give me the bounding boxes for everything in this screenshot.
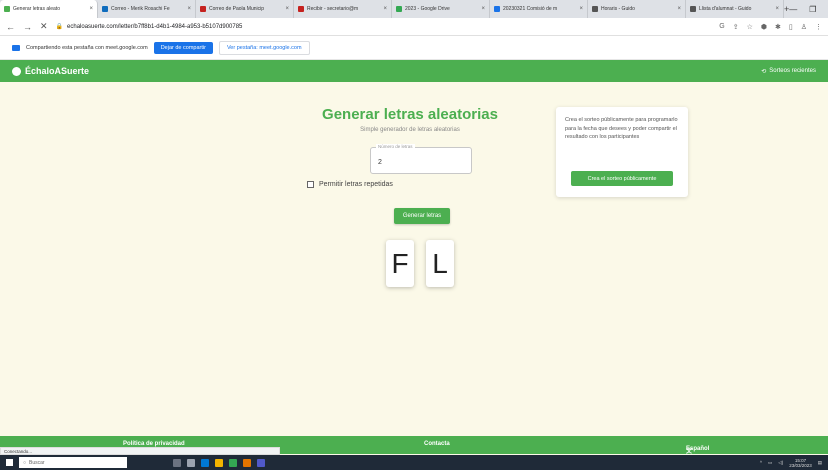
tab-close-icon[interactable]: × bbox=[89, 6, 93, 12]
back-icon[interactable]: ← bbox=[6, 22, 15, 32]
tab-close-icon[interactable]: × bbox=[285, 6, 289, 12]
tab-title: Correo - Merik Rosachi Fe bbox=[111, 6, 170, 12]
file-explorer-icon[interactable] bbox=[201, 458, 209, 467]
tab-favicon-icon bbox=[396, 6, 402, 12]
clover-icon bbox=[12, 66, 21, 76]
menu-icon[interactable]: ⋮ bbox=[815, 23, 822, 31]
browser-tab[interactable]: Generar letras aleato × bbox=[0, 0, 98, 18]
teams-icon[interactable] bbox=[257, 458, 265, 467]
browser-tab[interactable]: 2023 - Google Drive × bbox=[392, 0, 490, 18]
sheets-icon[interactable] bbox=[229, 458, 237, 467]
reload-icon[interactable]: ✕ bbox=[40, 21, 48, 32]
task-view-icon[interactable] bbox=[173, 458, 181, 467]
volume-icon[interactable]: ◁) bbox=[778, 460, 783, 466]
tab-close-icon[interactable]: × bbox=[383, 6, 387, 12]
generate-letters-button[interactable]: Generar letras bbox=[394, 208, 450, 224]
result-letter-card: L bbox=[426, 240, 454, 287]
public-draw-text: Crea el sorteo públicamente para program… bbox=[565, 117, 678, 140]
allow-repeated-checkbox[interactable] bbox=[307, 181, 314, 188]
tab-close-icon[interactable]: × bbox=[775, 6, 779, 12]
tab-title: Generar letras aleato bbox=[13, 6, 60, 12]
site-header: ÉchaloASuerte ⟲ Sorteos recientes bbox=[0, 60, 828, 82]
tab-favicon-icon bbox=[690, 6, 696, 12]
tab-close-icon[interactable]: × bbox=[481, 6, 485, 12]
letter-count-field[interactable]: Número de letras 2 bbox=[370, 144, 472, 174]
tab-favicon-icon bbox=[102, 6, 108, 12]
tab-favicon-icon bbox=[4, 6, 10, 12]
forward-icon[interactable]: → bbox=[23, 22, 32, 32]
browser-tab-strip: Generar letras aleato × Correo - Merik Ros… bbox=[0, 0, 828, 18]
tab-title: Llista d'alumnat - Guido bbox=[699, 6, 752, 12]
history-icon: ⟲ bbox=[761, 68, 767, 75]
star-icon[interactable]: ☆ bbox=[747, 23, 753, 31]
puzzle-icon[interactable]: ✱ bbox=[775, 23, 781, 31]
result-letter-card: F bbox=[386, 240, 414, 287]
tab-close-icon[interactable]: × bbox=[187, 6, 191, 12]
contact-link[interactable]: Contacta bbox=[424, 441, 450, 447]
tab-close-icon[interactable]: × bbox=[579, 6, 583, 12]
browser-tab[interactable]: 20230321 Comisió de m × bbox=[490, 0, 588, 18]
tab-title: Recibir - secretario@m bbox=[307, 6, 359, 12]
minimize-icon[interactable]: — bbox=[789, 5, 797, 14]
page-title: Generar letras aleatorias bbox=[322, 106, 498, 123]
maximize-icon[interactable]: ❐ bbox=[809, 5, 816, 14]
browser-tab[interactable]: Correo de Paola Municip × bbox=[196, 0, 294, 18]
search-icon: ○ bbox=[23, 459, 27, 466]
screen-share-icon bbox=[12, 44, 20, 51]
view-tab-button[interactable]: Ver pestaña: meet.google.com bbox=[218, 40, 310, 55]
sharing-message: Compartiendo esta pestaña con meet.googl… bbox=[26, 44, 148, 51]
allow-repeated-row[interactable]: Permitir letras repetidas bbox=[307, 181, 393, 188]
taskbar-search[interactable]: ○ Buscar bbox=[19, 457, 127, 468]
brand-name: ÉchaloASuerte bbox=[25, 66, 90, 76]
recent-draws-link[interactable]: ⟲ Sorteos recientes bbox=[761, 68, 816, 75]
browser-tab[interactable]: Correo - Merik Rosachi Fe × bbox=[98, 0, 196, 18]
widgets-icon[interactable] bbox=[187, 458, 195, 467]
browser-tab[interactable]: Recibir - secretario@m × bbox=[294, 0, 392, 18]
browser-tab[interactable]: Llista d'alumnat - Guido × bbox=[686, 0, 784, 18]
profile-icon[interactable]: ♙ bbox=[801, 23, 807, 31]
lock-icon: 🔒 bbox=[55, 24, 64, 30]
windows-start-icon[interactable] bbox=[6, 459, 13, 466]
stop-sharing-button[interactable]: Dejar de compartir bbox=[153, 41, 213, 54]
url-text: echaloasuerte.com/letter/b7ff8b1-d4b1-49… bbox=[67, 23, 243, 30]
tab-title: 20230321 Comisió de m bbox=[503, 6, 558, 12]
tab-favicon-icon bbox=[200, 6, 206, 12]
clock-date: 23/03/2023 bbox=[789, 462, 812, 468]
tray-arrow-icon[interactable]: ^ bbox=[760, 460, 762, 465]
tab-favicon-icon bbox=[298, 6, 304, 12]
tab-sharing-bar: Compartiendo esta pestaña con meet.googl… bbox=[0, 36, 828, 60]
public-draw-card: Crea el sorteo públicamente para program… bbox=[556, 107, 688, 197]
share-icon[interactable]: ⇪ bbox=[733, 23, 739, 31]
tab-close-icon[interactable]: × bbox=[677, 6, 681, 12]
main-content: Generar letras aleatorias Simple generad… bbox=[0, 82, 828, 436]
network-icon[interactable]: ▭ bbox=[768, 460, 772, 466]
google-icon[interactable]: G bbox=[719, 23, 724, 31]
page-subtitle: Simple generador de letras aleatorias bbox=[360, 127, 460, 133]
tab-title: Correo de Paola Municip bbox=[209, 6, 265, 12]
sidepanel-icon[interactable]: ▯ bbox=[789, 23, 793, 31]
tab-favicon-icon bbox=[592, 6, 598, 12]
system-tray: ^ ▭ ◁) 15:07 23/03/2023 ▤ bbox=[760, 458, 822, 468]
site-logo[interactable]: ÉchaloASuerte bbox=[12, 66, 89, 76]
status-bar: Conectando... bbox=[0, 447, 280, 455]
language-label: Español bbox=[686, 446, 710, 452]
url-field[interactable]: 🔒 echaloasuerte.com/letter/b7ff8b1-d4b1-… bbox=[55, 23, 712, 31]
outlook-icon[interactable] bbox=[243, 458, 251, 467]
os-taskbar: ○ Buscar ^ ▭ ◁) 15:07 23/03/2023 ▤ bbox=[0, 455, 828, 470]
letter-count-label: Número de letras bbox=[376, 144, 415, 149]
allow-repeated-label: Permitir letras repetidas bbox=[319, 181, 393, 188]
tab-favicon-icon bbox=[494, 6, 500, 12]
tab-title: 2023 - Google Drive bbox=[405, 6, 450, 12]
notification-icon[interactable]: ▤ bbox=[818, 460, 822, 466]
taskbar-search-label: Buscar bbox=[29, 459, 45, 466]
tab-title: Horaris - Guido bbox=[601, 6, 635, 12]
create-public-draw-button[interactable]: Crea el sorteo públicamente bbox=[571, 171, 673, 186]
letter-count-value: 2 bbox=[378, 159, 382, 166]
chrome-icon[interactable] bbox=[215, 458, 223, 467]
window-controls: — ❐ ✕ bbox=[789, 0, 828, 18]
address-bar: ← → ✕ 🔒 echaloasuerte.com/letter/b7ff8b1… bbox=[0, 18, 828, 36]
recent-draws-label: Sorteos recientes bbox=[769, 68, 816, 74]
extension-icon[interactable]: ⬢ bbox=[761, 23, 767, 31]
browser-tab[interactable]: Horaris - Guido × bbox=[588, 0, 686, 18]
